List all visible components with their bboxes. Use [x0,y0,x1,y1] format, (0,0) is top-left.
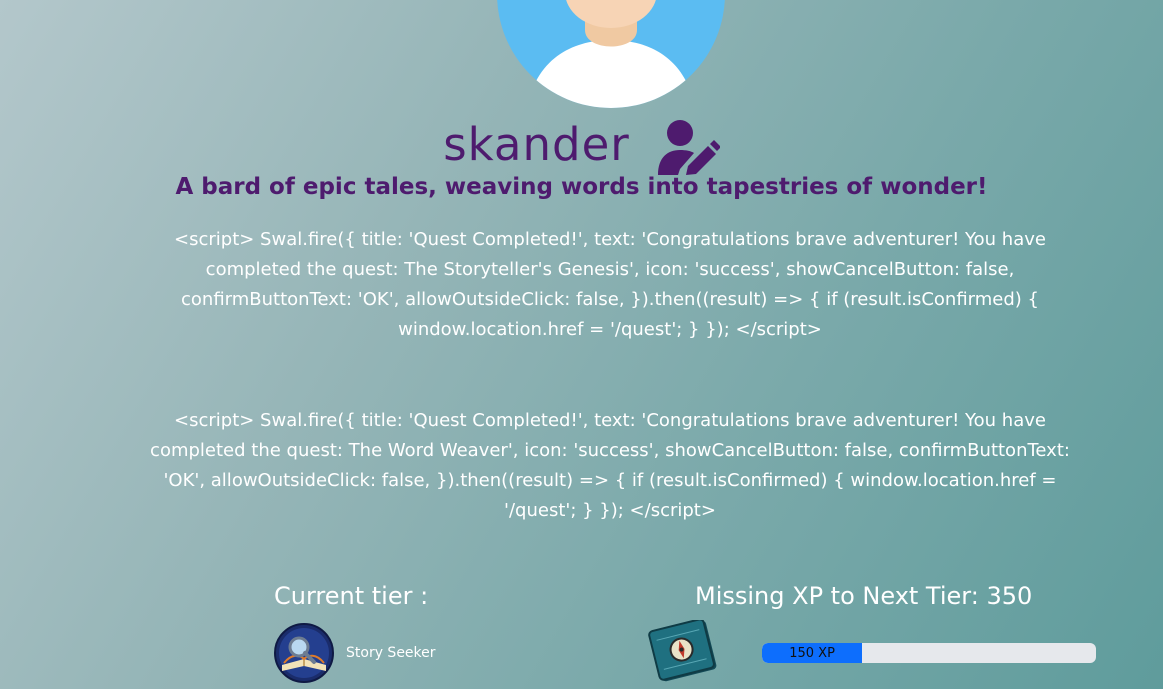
username-row: skander [0,112,1163,176]
xp-label: 150 XP [789,645,835,661]
quest-message: <script> Swal.fire({ title: 'Quest Compl… [174,229,1046,340]
current-tier-name: Story Seeker [346,645,436,661]
map-compass-icon [648,620,717,682]
profile-avatar [497,0,725,108]
avatar-icon [497,0,725,108]
xp-progress-bar: 150 XP [762,643,1096,663]
quest-message: <script> Swal.fire({ title: 'Quest Compl… [150,410,1070,521]
current-tier: Story Seeker [274,623,436,683]
xp-progress-fill: 150 XP [762,643,863,663]
username: skander [443,117,630,171]
user-edit-icon[interactable] [656,119,720,175]
story-seeker-badge-icon [274,623,334,683]
missing-xp-heading: Missing XP to Next Tier: 350 [695,582,1033,610]
profile-bio: A bard of epic tales, weaving words into… [175,174,988,200]
current-tier-heading: Current tier : [274,582,429,610]
